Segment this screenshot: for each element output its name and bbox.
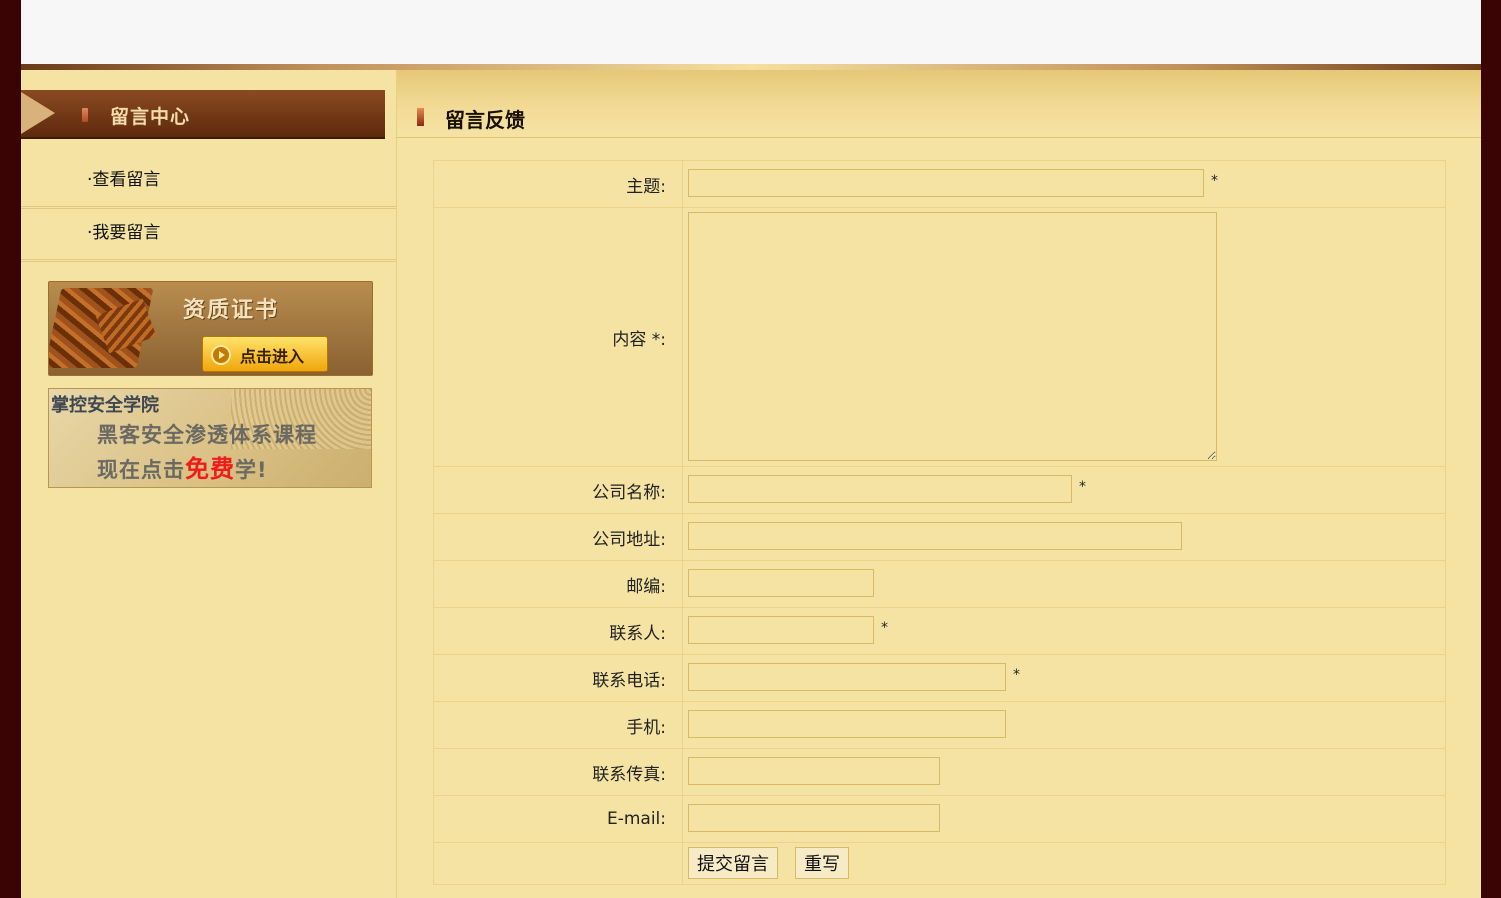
form-row-mobile: 手机: [433, 701, 1446, 749]
mobile-label: 手机: [433, 701, 683, 749]
bullet-icon [82, 108, 88, 122]
school-line2-pre: 现在点击 [97, 458, 185, 482]
page-frame: 留言中心 ·查看留言 ·我要留言 资质证书 点击进入 掌控安全学院 黑客安全渗透… [21, 0, 1481, 898]
form-row-subject: 主题: * [433, 160, 1446, 208]
required-mark: * [1079, 479, 1086, 495]
school-line2-post: 学! [235, 458, 268, 482]
sidebar-links: ·查看留言 ·我要留言 [21, 156, 396, 262]
form-row-phone: 联系电话: * [433, 654, 1446, 702]
submit-button[interactable]: 提交留言 [688, 847, 778, 879]
sidebar-item-label[interactable]: ·我要留言 [87, 218, 160, 243]
company-label: 公司名称: [433, 466, 683, 514]
school-line2-highlight: 免费 [185, 455, 235, 483]
zipcode-label: 邮编: [433, 560, 683, 608]
subject-input[interactable] [688, 169, 1204, 197]
enter-button-label: 点击进入 [240, 347, 305, 366]
sidebar: 留言中心 ·查看留言 ·我要留言 资质证书 点击进入 掌控安全学院 黑客安全渗透… [21, 70, 397, 898]
sidebar-item-label[interactable]: ·查看留言 [87, 165, 160, 190]
feedback-form: 主题: * 内容 *: 公司名称: * 公司地址: 邮编: 联系人: * 联系电… [433, 160, 1446, 885]
address-input[interactable] [688, 522, 1182, 550]
contact-label: 联系人: [433, 607, 683, 655]
form-row-zipcode: 邮编: [433, 560, 1446, 608]
school-banner[interactable]: 掌控安全学院 黑客安全渗透体系课程 现在点击免费学! [48, 388, 372, 488]
content-textarea[interactable] [688, 212, 1217, 461]
form-row-address: 公司地址: [433, 513, 1446, 561]
page-title: 留言反馈 [445, 108, 525, 132]
fax-input[interactable] [688, 757, 940, 785]
enter-button[interactable]: 点击进入 [202, 336, 328, 372]
required-mark: * [881, 620, 888, 636]
phone-input[interactable] [688, 663, 1006, 691]
content-label: 内容 *: [433, 207, 683, 467]
mobile-input[interactable] [688, 710, 1006, 738]
arrow-icon [21, 92, 55, 134]
zipcode-input[interactable] [688, 569, 874, 597]
main-header: 留言反馈 [397, 70, 1481, 138]
certificate-title: 资质证书 [183, 298, 280, 323]
bullet-icon [417, 108, 424, 126]
form-row-fax: 联系传真: [433, 748, 1446, 796]
sidebar-item-leave-message[interactable]: ·我要留言 [21, 209, 396, 262]
required-mark: * [1013, 667, 1020, 683]
school-line1: 黑客安全渗透体系课程 [97, 423, 317, 447]
phone-label: 联系电话: [433, 654, 683, 702]
email-input[interactable] [688, 804, 940, 832]
subject-label: 主题: [433, 160, 683, 208]
fax-label: 联系传真: [433, 748, 683, 796]
play-icon [211, 345, 231, 365]
contact-input[interactable] [688, 616, 874, 644]
sidebar-header: 留言中心 [21, 90, 385, 139]
address-label: 公司地址: [433, 513, 683, 561]
sidebar-title: 留言中心 [110, 106, 191, 128]
email-label: E-mail: [433, 795, 683, 843]
form-row-contact: 联系人: * [433, 607, 1446, 655]
school-title: 掌控安全学院 [51, 395, 159, 416]
sidebar-item-view-messages[interactable]: ·查看留言 [21, 156, 396, 209]
company-input[interactable] [688, 475, 1072, 503]
required-mark: * [1211, 173, 1218, 189]
form-row-company: 公司名称: * [433, 466, 1446, 514]
form-row-content: 内容 *: [433, 207, 1446, 467]
reset-button[interactable]: 重写 [795, 847, 849, 879]
form-row-email: E-mail: [433, 795, 1446, 843]
top-header [21, 0, 1481, 64]
form-row-actions: 提交留言 重写 [433, 842, 1446, 885]
certificate-banner[interactable]: 资质证书 点击进入 [48, 281, 373, 376]
main-content: 留言反馈 主题: * 内容 *: 公司名称: * 公司地址: 邮编: 联系人: … [397, 70, 1481, 898]
school-line2: 现在点击免费学! [97, 449, 268, 484]
